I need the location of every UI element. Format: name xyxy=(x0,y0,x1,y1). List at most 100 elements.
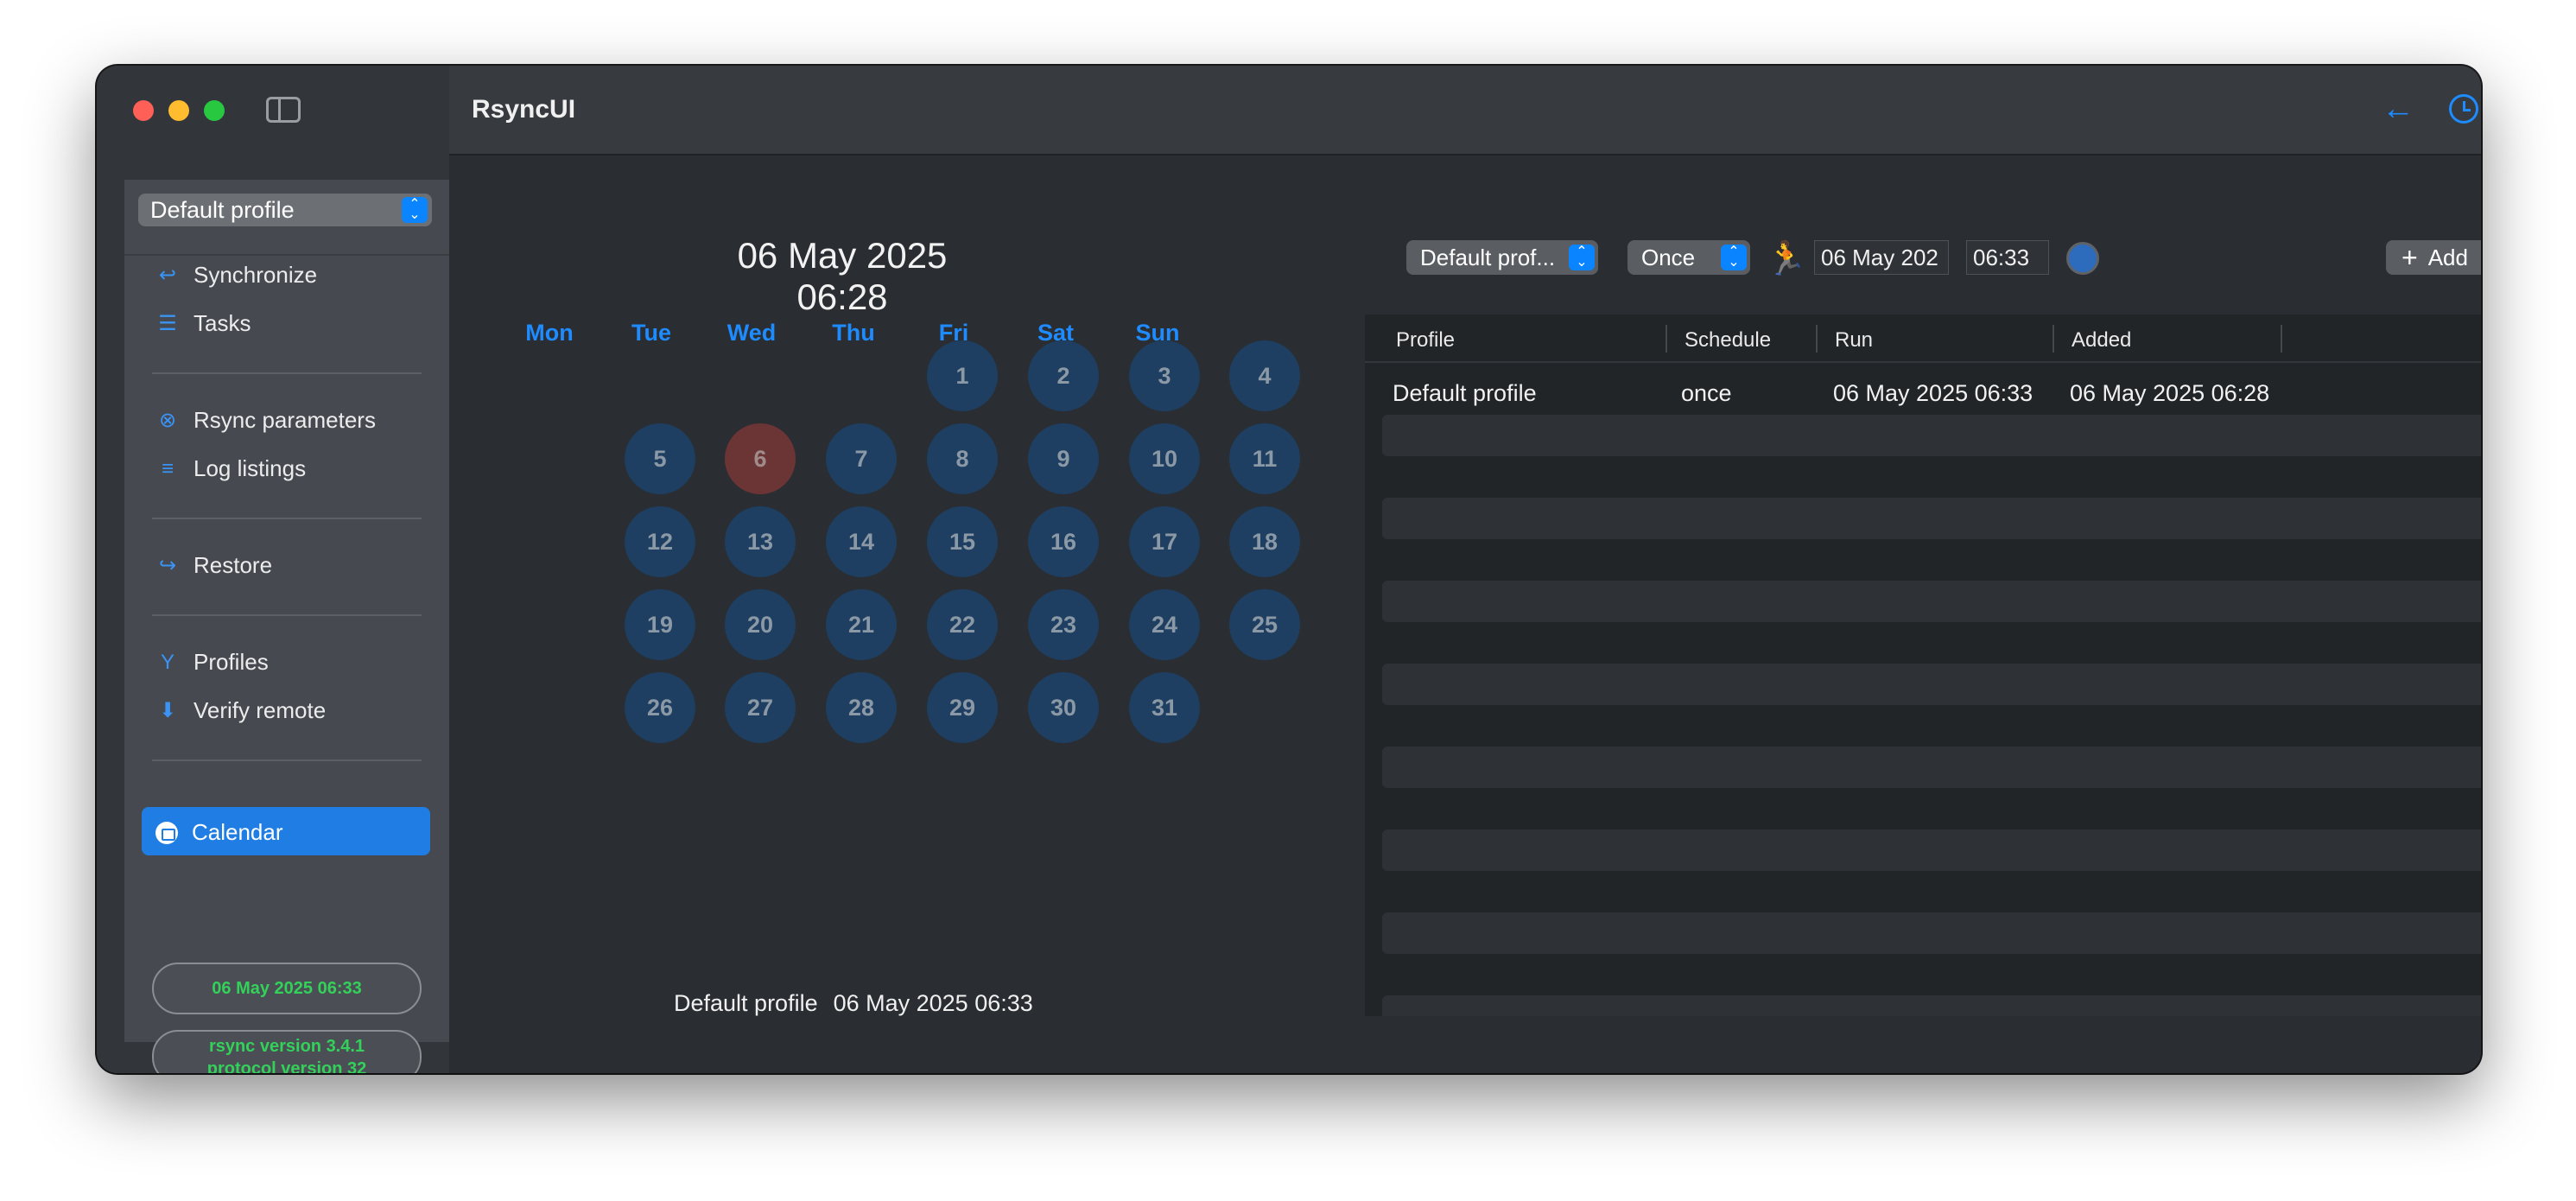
calendar-day[interactable]: 4 xyxy=(1229,340,1300,411)
next-run-status-text: 06 May 2025 06:33 xyxy=(212,979,362,998)
calendar-day[interactable]: 14 xyxy=(826,506,897,577)
empty-row xyxy=(1382,415,2481,456)
divider xyxy=(152,372,422,374)
calendar-day[interactable]: 11 xyxy=(1229,423,1300,494)
calendar-day[interactable]: 31 xyxy=(1129,672,1200,743)
title-bar: RsyncUI ← → xyxy=(449,66,2481,156)
app-title: RsyncUI xyxy=(472,95,576,124)
sidebar-item-rsync-parameters[interactable]: ⊗ Rsync parameters xyxy=(155,407,376,434)
time-picker-button[interactable] xyxy=(2066,242,2099,275)
column-header-run[interactable]: Run xyxy=(1835,328,1873,353)
rsync-parameters-icon: ⊗ xyxy=(158,408,177,432)
divider xyxy=(152,759,422,761)
sidebar-item-tasks[interactable]: ☰ Tasks xyxy=(155,310,251,337)
sidebar-profile-select-value: Default profile xyxy=(150,196,295,223)
add-button-label: Add xyxy=(2427,244,2468,270)
calendar-day[interactable]: 9 xyxy=(1028,423,1099,494)
schedule-frequency-select-value: Once xyxy=(1641,244,1696,270)
calendar-day[interactable]: 1 xyxy=(927,340,998,411)
calendar-footer: Default profile 06 May 2025 06:33 xyxy=(674,990,1049,1017)
sidebar-item-calendar[interactable]: Calendar xyxy=(142,807,430,855)
synchronize-icon: ↩ xyxy=(158,263,177,287)
calendar-day[interactable]: 13 xyxy=(725,506,796,577)
clock-icon[interactable] xyxy=(2446,92,2481,126)
calendar-day[interactable]: 20 xyxy=(725,589,796,660)
calendar-day[interactable]: 16 xyxy=(1028,506,1099,577)
back-arrow-icon[interactable]: ← xyxy=(2381,92,2415,126)
close-window-button[interactable] xyxy=(133,100,154,121)
log-listings-icon: ≡ xyxy=(161,456,174,480)
rsync-version-badge: rsync version 3.4.1 protocol version 32 xyxy=(152,1030,422,1073)
calendar-day[interactable]: 15 xyxy=(927,506,998,577)
date-field[interactable]: 06 May 202 xyxy=(1814,240,1949,275)
empty-row xyxy=(1382,995,2481,1016)
footer-profile: Default profile xyxy=(674,990,818,1016)
calendar-day[interactable]: 17 xyxy=(1129,506,1200,577)
table-header: Profile Schedule Run Added xyxy=(1365,315,2481,363)
calendar-day[interactable]: 21 xyxy=(826,589,897,660)
sidebar: Default profile ⌃ ⌄ ↩ Synchronize ☰ Tasks… xyxy=(97,66,449,1073)
calendar-day[interactable]: 25 xyxy=(1229,589,1300,660)
calendar-day[interactable]: 12 xyxy=(625,506,695,577)
schedule-table: Profile Schedule Run Added Default profi… xyxy=(1365,315,2481,1016)
calendar-day[interactable]: 2 xyxy=(1028,340,1099,411)
divider xyxy=(152,518,422,519)
select-arrows-icon: ⌃ ⌄ xyxy=(1569,245,1595,270)
empty-row xyxy=(1382,498,2481,539)
column-divider xyxy=(2281,325,2282,353)
run-now-icon[interactable]: 🏃 xyxy=(1766,240,1806,278)
calendar-day[interactable]: 8 xyxy=(927,423,998,494)
calendar-day[interactable]: 22 xyxy=(927,589,998,660)
calendar-day[interactable]: 5 xyxy=(625,423,695,494)
calendar-day-today[interactable]: 6 xyxy=(725,423,796,494)
column-divider xyxy=(1666,325,1667,353)
calendar-icon xyxy=(155,821,178,844)
verify-remote-icon: ⬇ xyxy=(158,698,177,722)
calendar-day[interactable]: 7 xyxy=(826,423,897,494)
add-schedule-button[interactable]: + Add xyxy=(2386,240,2481,275)
schedule-profile-select[interactable]: Default prof... ⌃ ⌄ xyxy=(1406,240,1598,275)
calendar-day[interactable]: 28 xyxy=(826,672,897,743)
empty-row xyxy=(1382,747,2481,788)
column-header-added[interactable]: Added xyxy=(2072,328,2131,353)
column-header-schedule[interactable]: Schedule xyxy=(1685,328,1771,353)
sidebar-profile-select[interactable]: Default profile ⌃ ⌄ xyxy=(138,194,432,226)
calendar-day[interactable]: 26 xyxy=(625,672,695,743)
sidebar-item-label: Tasks xyxy=(194,310,251,336)
rsync-version-text: rsync version 3.4.1 xyxy=(208,1037,365,1056)
column-divider xyxy=(2053,325,2054,353)
sidebar-item-restore[interactable]: ↪ Restore xyxy=(155,552,272,579)
window-controls xyxy=(133,100,225,121)
calendar-day[interactable]: 10 xyxy=(1129,423,1200,494)
sidebar-toggle-icon[interactable] xyxy=(266,97,301,123)
weekday-label-thu: Thu xyxy=(832,320,875,346)
calendar-day[interactable]: 24 xyxy=(1129,589,1200,660)
calendar-day[interactable]: 18 xyxy=(1229,506,1300,577)
next-run-status-badge: 06 May 2025 06:33 xyxy=(152,963,422,1014)
sidebar-item-log-listings[interactable]: ≡ Log listings xyxy=(155,455,306,482)
calendar-day[interactable]: 27 xyxy=(725,672,796,743)
calendar-day[interactable]: 19 xyxy=(625,589,695,660)
calendar-day[interactable]: 29 xyxy=(927,672,998,743)
column-divider xyxy=(1816,325,1818,353)
time-field[interactable]: 06:33 xyxy=(1966,240,2049,275)
footer-datetime: 06 May 2025 06:33 xyxy=(833,990,1033,1016)
zoom-window-button[interactable] xyxy=(204,100,225,121)
column-header-profile[interactable]: Profile xyxy=(1396,328,1455,353)
calendar-day[interactable]: 23 xyxy=(1028,589,1099,660)
sidebar-item-label: Log listings xyxy=(194,455,307,481)
schedule-frequency-select[interactable]: Once ⌃ ⌄ xyxy=(1627,240,1750,275)
main-content: 06 May 2025 06:28 Mon Tue Wed Thu Fri Sat Sun … xyxy=(449,157,2481,1073)
sidebar-item-profiles[interactable]: Y Profiles xyxy=(155,649,269,676)
divider xyxy=(152,614,422,616)
sidebar-item-label: Restore xyxy=(194,552,273,578)
empty-row xyxy=(1382,829,2481,871)
calendar-day[interactable]: 30 xyxy=(1028,672,1099,743)
calendar-day[interactable]: 3 xyxy=(1129,340,1200,411)
sidebar-item-synchronize[interactable]: ↩ Synchronize xyxy=(155,262,317,289)
cell-added: 06 May 2025 06:28 xyxy=(2070,380,2270,406)
profiles-icon: Y xyxy=(160,650,174,674)
minimize-window-button[interactable] xyxy=(168,100,189,121)
divider xyxy=(124,254,449,256)
sidebar-item-verify-remote[interactable]: ⬇ Verify remote xyxy=(155,697,326,724)
